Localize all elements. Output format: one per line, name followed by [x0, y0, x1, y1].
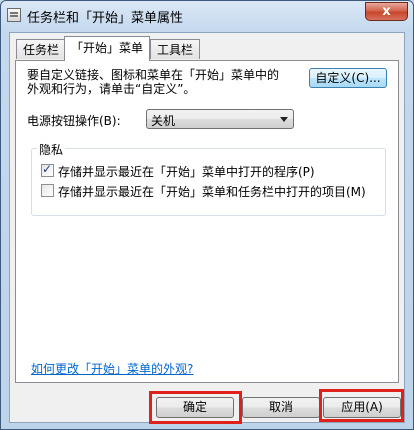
ok-highlight-box: [149, 391, 242, 424]
customize-button[interactable]: 自定义(C)...: [309, 68, 387, 88]
description-line-2: 外观和行为，请单击“自定义”。: [27, 82, 196, 96]
close-button[interactable]: x: [365, 2, 408, 21]
recent-items-label[interactable]: 存储并显示最近在「开始」菜单和任务栏中打开的项目(M): [58, 183, 366, 200]
title-bar[interactable]: 任务栏和「开始」菜单属性 x: [1, 1, 413, 31]
chevron-down-icon: [280, 117, 288, 122]
help-link[interactable]: 如何更改「开始」菜单的外观?: [31, 360, 193, 377]
tab-toolbars[interactable]: 工具栏: [150, 39, 201, 59]
tab-start-menu[interactable]: 「开始」菜单: [64, 36, 151, 61]
privacy-group-title: 隐私: [37, 141, 66, 158]
apply-highlight-box: [319, 389, 404, 422]
description-text: 要自定义链接、图标和菜单在「开始」菜单中的 外观和行为，请单击“自定义”。: [27, 68, 297, 96]
recent-programs-label[interactable]: 存储并显示最近在「开始」菜单中打开的程序(P): [58, 163, 315, 180]
recent-programs-checkbox[interactable]: [41, 162, 54, 177]
privacy-group: [31, 148, 386, 216]
tab-taskbar[interactable]: 任务栏: [16, 39, 67, 59]
cancel-button[interactable]: 取消: [242, 397, 320, 418]
description-line-1: 要自定义链接、图标和菜单在「开始」菜单中的: [27, 68, 280, 82]
dialog-client-area: 任务栏 「开始」菜单 工具栏 要自定义链接、图标和菜单在「开始」菜单中的 外观和…: [9, 32, 405, 424]
power-button-label: 电源按钮操作(B):: [27, 114, 121, 128]
recent-items-checkbox[interactable]: [41, 184, 54, 197]
power-action-select[interactable]: 关机: [146, 109, 294, 129]
window-title: 任务栏和「开始」菜单属性: [27, 11, 184, 26]
power-action-value: 关机: [151, 114, 176, 128]
properties-window: 任务栏和「开始」菜单属性 x 任务栏 「开始」菜单 工具栏 要自定义链接、图标和…: [0, 0, 414, 430]
window-app-icon: [7, 8, 21, 22]
